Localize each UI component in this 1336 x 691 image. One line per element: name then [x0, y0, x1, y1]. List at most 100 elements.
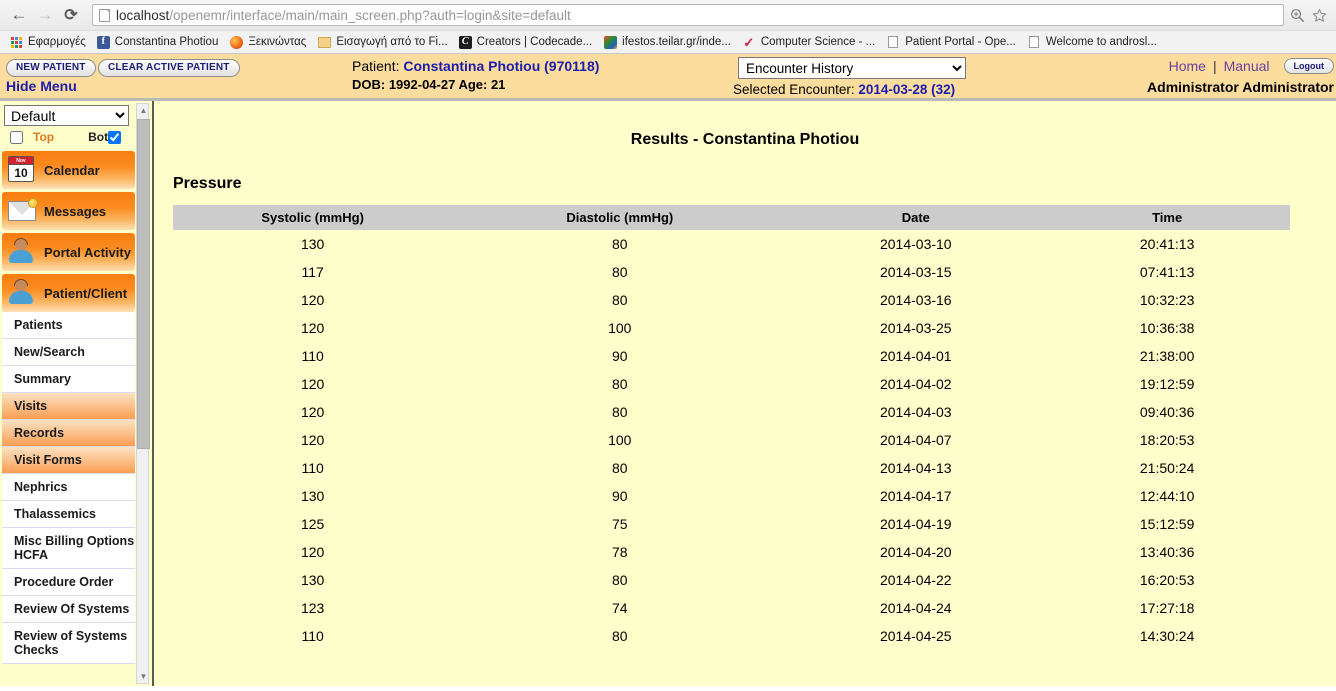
cell-systolic: 120 — [300, 432, 325, 448]
address-bar[interactable]: localhost/openemr/interface/main/main_sc… — [92, 4, 1284, 26]
cell-time: 21:38:00 — [1139, 348, 1195, 364]
sidebar-item-procedure-order[interactable]: Procedure Order — [2, 569, 135, 596]
encounter-history-select[interactable]: Encounter History — [738, 57, 966, 79]
cell-date: 2014-03-25 — [879, 320, 952, 336]
sidebar-item-visit-forms[interactable]: Visit Forms — [2, 447, 135, 474]
manual-link[interactable]: Manual — [1224, 58, 1270, 74]
table-row: 130 90 2014-04-17 12:44:10 — [173, 482, 1290, 510]
sidebar-item-patients[interactable]: Patients — [2, 312, 135, 339]
selected-encounter-value[interactable]: 2014-03-28 (32) — [858, 82, 955, 97]
cell-time: 13:40:36 — [1139, 544, 1195, 560]
sidebar-button-portal-activity[interactable]: Portal Activity — [2, 233, 135, 271]
hide-menu-link[interactable]: Hide Menu — [6, 78, 77, 94]
cell-date: 2014-04-22 — [879, 572, 952, 588]
home-link[interactable]: Home — [1169, 58, 1206, 74]
cell-systolic: 110 — [301, 348, 324, 364]
sidebar-item-thalassemics[interactable]: Thalassemics — [2, 501, 135, 528]
table-row: 117 80 2014-03-15 07:41:13 — [173, 258, 1290, 286]
cell-diastolic: 80 — [612, 236, 628, 252]
bot-checkbox[interactable] — [108, 130, 122, 144]
table-header-row: Systolic (mmHg) Diastolic (mmHg) Date Ti… — [173, 205, 1290, 230]
bookmark-label: Constantina Photiou — [114, 36, 219, 48]
cell-diastolic: 80 — [612, 292, 628, 308]
sidebar-item-review-of-systems[interactable]: Review Of Systems — [2, 596, 135, 623]
cell-time: 12:44:10 — [1139, 488, 1195, 504]
cell-systolic: 120 — [300, 376, 325, 392]
top-checkbox[interactable] — [10, 130, 23, 144]
cell-diastolic: 90 — [612, 488, 628, 504]
table-row: 120 100 2014-03-25 10:36:38 — [173, 314, 1290, 342]
nav-area-select[interactable]: Default — [4, 105, 129, 126]
envelope-icon — [8, 197, 38, 225]
column-header-diastolic: Diastolic (mmHg) — [452, 205, 788, 230]
person-icon — [8, 238, 36, 266]
patient-name-value[interactable]: Constantina Photiou (970118) — [403, 58, 599, 74]
cell-diastolic: 80 — [612, 376, 628, 392]
codecademy-icon: C — [458, 35, 472, 49]
bookmark-imported-folder[interactable]: Εισαγωγή από το Fi... — [314, 34, 453, 50]
cell-systolic: 125 — [300, 516, 325, 532]
main-content: Results - Constantina Photiou Pressure S… — [152, 101, 1336, 686]
top-bot-toggle-row: Top Bot — [0, 126, 137, 148]
page-title: Results - Constantina Photiou — [630, 131, 860, 148]
pressure-results-table: Systolic (mmHg) Diastolic (mmHg) Date Ti… — [173, 205, 1290, 650]
scrollbar-thumb[interactable] — [137, 119, 150, 449]
sidebar-item-nephrics[interactable]: Nephrics — [2, 474, 135, 501]
bookmark-facebook[interactable]: f Constantina Photiou — [94, 35, 225, 50]
bookmark-label: Creators | Codecade... — [476, 36, 593, 48]
zoom-in-icon[interactable] — [1286, 4, 1308, 26]
link-separator: | — [1212, 58, 1217, 74]
cell-diastolic: 80 — [612, 404, 628, 420]
cell-diastolic: 80 — [612, 460, 628, 476]
reload-icon[interactable]: ⟳ — [58, 2, 84, 28]
browser-chrome: ← → ⟳ localhost/openemr/interface/main/m… — [0, 0, 1336, 54]
bookmark-codecademy[interactable]: C Creators | Codecade... — [456, 35, 599, 50]
clear-active-patient-button[interactable]: CLEAR ACTIVE PATIENT — [98, 59, 240, 77]
sidebar-button-messages[interactable]: Messages — [2, 192, 135, 230]
cell-date: 2014-04-03 — [879, 404, 952, 420]
bookmark-patient-portal[interactable]: Patient Portal - Ope... — [883, 34, 1022, 50]
cell-systolic: 110 — [301, 628, 324, 644]
sidebar-button-calendar[interactable]: Nov 10 Calendar — [2, 151, 135, 189]
scroll-down-arrow-icon[interactable]: ▼ — [137, 670, 150, 683]
forward-arrow-icon[interactable]: → — [32, 2, 58, 28]
bookmark-getting-started[interactable]: Ξεκινώντας — [226, 34, 312, 50]
cell-diastolic: 80 — [612, 264, 628, 280]
cell-time: 19:12:59 — [1139, 376, 1195, 392]
nav-area-row: Default — [0, 105, 137, 126]
cell-date: 2014-04-20 — [879, 544, 952, 560]
sidebar-button-patient-client[interactable]: Patient/Client — [2, 274, 135, 312]
sidebar-scrollbar[interactable]: ▲ ▼ — [136, 103, 150, 684]
scroll-up-arrow-icon[interactable]: ▲ — [137, 104, 150, 117]
cell-systolic: 110 — [301, 460, 324, 476]
back-arrow-icon[interactable]: ← — [6, 2, 32, 28]
table-row: 120 80 2014-04-02 19:12:59 — [173, 370, 1290, 398]
logout-button[interactable]: Logout — [1283, 58, 1334, 74]
table-row: 123 74 2014-04-24 17:27:18 — [173, 594, 1290, 622]
sidebar-item-review-of-systems-checks[interactable]: Review of Systems Checks — [2, 623, 135, 664]
table-row: 120 80 2014-04-03 09:40:36 — [173, 398, 1290, 426]
sidebar-item-misc-billing-options-hcfa[interactable]: Misc Billing Options HCFA — [2, 528, 135, 569]
url-path: /openemr/interface/main/main_screen.php?… — [169, 7, 571, 23]
sidebar-item-records[interactable]: Records — [2, 420, 135, 447]
sidebar-button-label: Portal Activity — [44, 244, 131, 260]
new-patient-button[interactable]: NEW PATIENT — [6, 59, 96, 77]
page-body: Default Top Bot Nov 10 Calendar Messages… — [0, 101, 1336, 686]
bookmark-computer-science[interactable]: ✓ Computer Science - ... — [739, 34, 881, 50]
sidebar-item-new-search[interactable]: New/Search — [2, 339, 135, 366]
bookmark-apps[interactable]: Εφαρμογές — [6, 34, 92, 50]
bookmark-androsl[interactable]: Welcome to androsl... — [1024, 34, 1163, 50]
patient-label: Patient: — [352, 58, 404, 74]
url-text: localhost/openemr/interface/main/main_sc… — [116, 8, 571, 23]
sidebar-item-visits[interactable]: Visits — [2, 393, 135, 420]
bookmark-star-icon[interactable] — [1308, 4, 1330, 26]
bookmark-ifestos[interactable]: ifestos.teilar.gr/inde... — [600, 34, 737, 50]
page-info-icon — [99, 8, 110, 22]
cell-diastolic: 74 — [612, 600, 628, 616]
table-body: 130 80 2014-03-10 20:41:13 117 80 2014-03-15 07… — [173, 230, 1290, 650]
sidebar-item-summary[interactable]: Summary — [2, 366, 135, 393]
openemr-header: NEW PATIENT CLEAR ACTIVE PATIENT Hide Me… — [0, 54, 1336, 101]
table-row: 120 80 2014-03-16 10:32:23 — [173, 286, 1290, 314]
cell-time: 15:12:59 — [1139, 516, 1195, 532]
column-header-date: Date — [787, 205, 1045, 230]
